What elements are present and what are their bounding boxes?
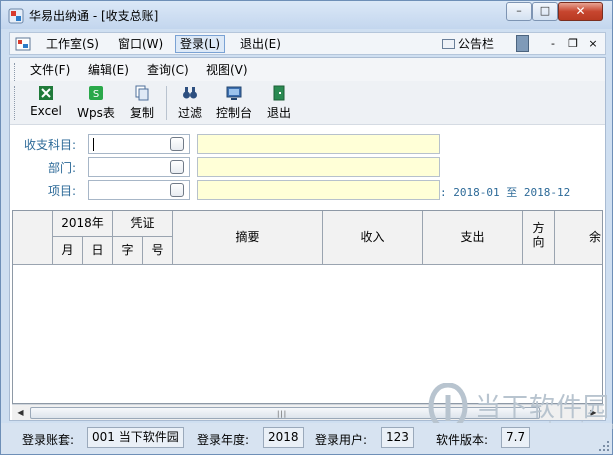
account-subject-name-field	[197, 134, 440, 154]
menu-exit[interactable]: 退出(E)	[236, 35, 285, 53]
balance-header: 余	[555, 211, 602, 265]
period-from: 2018-01	[453, 186, 500, 199]
period-to: 2018-12	[523, 186, 571, 199]
child-restore-button[interactable]: ❐	[566, 35, 580, 53]
voucher-number-header: 号	[143, 237, 173, 265]
month-header: 月	[53, 237, 83, 265]
toolbar-grip[interactable]	[14, 86, 17, 120]
calculator-icon[interactable]	[516, 35, 529, 52]
notice-icon	[442, 39, 455, 49]
minimize-button[interactable]: –	[506, 2, 532, 21]
excel-icon	[39, 86, 53, 100]
window-title: 华易出纳通 - [收支总账]	[29, 9, 159, 23]
child-menu-bar: 文件(F) 编辑(E) 查询(C) 视图(V)	[10, 58, 605, 97]
title-bar[interactable]: 华易出纳通 - [收支总账] – □ ✕	[1, 1, 612, 29]
monitor-icon	[226, 86, 242, 100]
text-caret	[93, 138, 94, 151]
wps-icon: S	[89, 86, 103, 100]
maximize-button[interactable]: □	[532, 2, 558, 21]
project-label: 项目:	[47, 184, 76, 198]
account-subject-lookup-button[interactable]	[170, 137, 184, 151]
day-header: 日	[83, 237, 113, 265]
exit-door-icon	[273, 85, 285, 101]
menu-view[interactable]: 视图(V)	[206, 61, 248, 79]
menu-query[interactable]: 查询(C)	[147, 61, 189, 79]
console-button[interactable]: 控制台	[212, 83, 256, 123]
row-indicator-header	[13, 211, 53, 265]
scroll-left-arrow[interactable]: ◀	[13, 406, 28, 420]
binoculars-icon	[183, 87, 197, 99]
resize-grip-icon[interactable]	[599, 441, 610, 452]
child-minimize-button[interactable]: -	[546, 35, 560, 53]
app-logo-icon	[8, 8, 24, 24]
income-header: 收入	[323, 211, 423, 265]
menu-workroom[interactable]: 工作室(S)	[42, 35, 103, 53]
year-header: 2018年	[53, 211, 113, 237]
close-button[interactable]: ✕	[558, 2, 603, 21]
copy-button[interactable]: 复制	[126, 83, 158, 123]
voucher-header: 凭证	[113, 211, 173, 237]
software-version-label: 软件版本:	[436, 433, 489, 447]
document-icon[interactable]	[15, 36, 31, 52]
mdi-menu-bar: 工作室(S) 窗口(W) 登录(L) 退出(E) 公告栏 - ❐ ×	[9, 32, 606, 55]
software-version-value: 7.7	[501, 427, 531, 448]
menu-window[interactable]: 窗口(W)	[114, 35, 167, 53]
menu-login[interactable]: 登录(L)	[175, 35, 226, 53]
toolbar-separator	[166, 86, 167, 120]
svg-text:S: S	[93, 89, 99, 100]
filter-button[interactable]: 过滤	[174, 83, 206, 123]
expense-header: 支出	[423, 211, 523, 265]
export-excel-button[interactable]: Excel	[28, 83, 64, 123]
notice-board-button[interactable]: 公告栏	[442, 35, 494, 53]
login-year-label: 登录年度:	[197, 433, 250, 447]
child-close-button[interactable]: ×	[586, 35, 600, 53]
direction-header: 方向	[523, 211, 555, 265]
login-account-label: 登录账套:	[22, 433, 75, 447]
login-user-value: 123	[381, 427, 414, 448]
account-subject-label: 收支科目:	[23, 138, 76, 152]
department-name-field	[197, 157, 440, 177]
department-label: 部门:	[47, 161, 76, 175]
menu-edit[interactable]: 编辑(E)	[88, 61, 129, 79]
status-bar: 登录账套: 001 当下软件园 登录年度: 2018 登录用户: 123 软件版…	[1, 423, 612, 454]
login-account-value: 001 当下软件园	[87, 427, 184, 448]
exit-button[interactable]: 退出	[263, 83, 295, 123]
login-user-label: 登录用户:	[315, 433, 368, 447]
menu-file[interactable]: 文件(F)	[30, 61, 70, 79]
project-lookup-button[interactable]	[170, 183, 184, 197]
summary-header: 摘要	[173, 211, 323, 265]
copy-icon	[135, 85, 149, 101]
grid-header: 2018年 凭证 月 日 字 号 摘要 收入 支出 方向 余	[13, 211, 602, 265]
app-window: 华易出纳通 - [收支总账] – □ ✕ 工作室(S) 窗口(W) 登录(L) …	[0, 0, 613, 455]
voucher-word-header: 字	[113, 237, 143, 265]
export-wps-button[interactable]: S Wps表	[74, 83, 118, 123]
period-range: : 2018-01 至 2018-12	[440, 186, 571, 199]
project-name-field	[197, 180, 440, 200]
ledger-grid[interactable]: 2018年 凭证 月 日 字 号 摘要 收入 支出 方向 余	[12, 210, 603, 404]
toolbar: Excel S Wps表 复制 过滤 控制台 退出	[10, 81, 605, 125]
department-lookup-button[interactable]	[170, 160, 184, 174]
ledger-child-window: 文件(F) 编辑(E) 查询(C) 视图(V) Excel S Wps表 复制 …	[9, 57, 606, 421]
login-year-value: 2018	[263, 427, 304, 448]
